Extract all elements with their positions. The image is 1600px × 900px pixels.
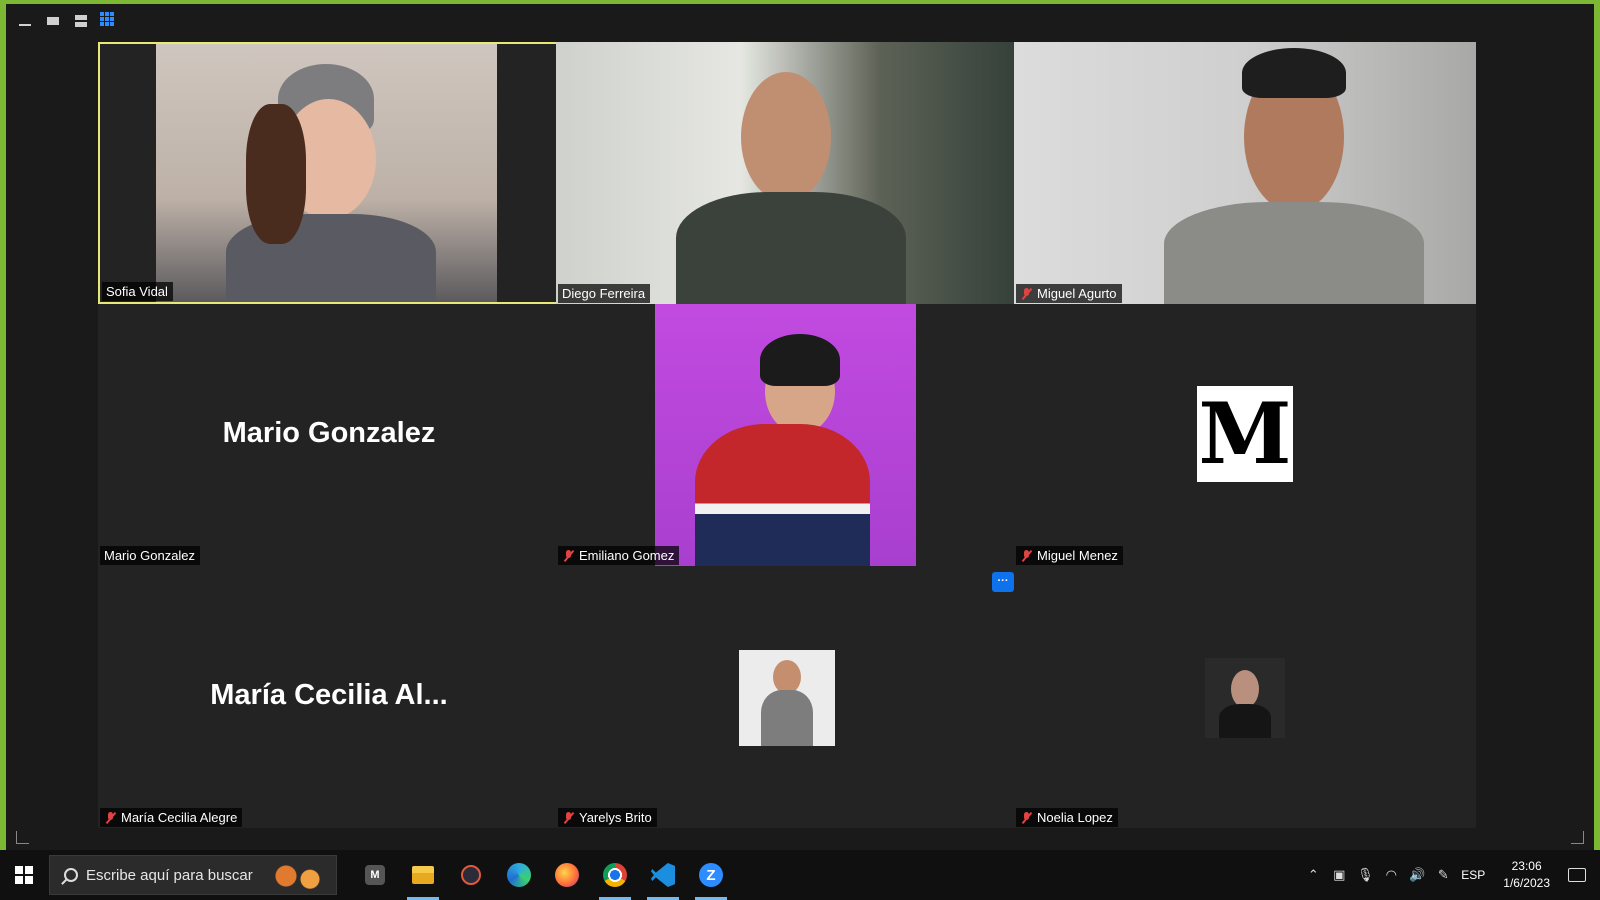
muted-mic-icon — [104, 811, 117, 824]
avatar: M — [1197, 386, 1293, 482]
avatar — [1205, 658, 1285, 738]
firefox-icon — [555, 863, 579, 887]
participant-name-tag: Sofia Vidal — [102, 282, 173, 301]
participant-tile-sofia-vidal[interactable]: Sofia Vidal — [98, 42, 560, 304]
muted-mic-icon — [1020, 549, 1033, 562]
muted-mic-icon — [562, 549, 575, 562]
participant-name: Miguel Menez — [1037, 548, 1118, 563]
participant-tile-emiliano-gomez[interactable]: Emiliano Gomez — [556, 304, 1018, 566]
input-language[interactable]: ESP — [1461, 868, 1485, 882]
participant-name-tag: Mario Gonzalez — [100, 546, 201, 565]
participant-tile-yarelys-brito[interactable]: ··· Yarelys Brito — [556, 566, 1018, 828]
muted-mic-icon — [1020, 811, 1033, 824]
participant-name-tag: Emiliano Gomez — [558, 546, 680, 565]
strip-view-icon[interactable] — [72, 12, 90, 30]
camera-icon[interactable]: ▣ — [1331, 867, 1347, 883]
more-options-button[interactable]: ··· — [992, 572, 1014, 592]
wifi-icon[interactable]: ◠ — [1383, 867, 1399, 883]
resize-handle-right[interactable] — [1571, 831, 1584, 844]
avatar-letter: M — [1198, 384, 1292, 483]
firefox-button[interactable] — [543, 850, 591, 900]
zoom-button[interactable]: Z — [687, 850, 735, 900]
muted-mic-icon — [562, 811, 575, 824]
taskbar-search-box[interactable]: Escribe aquí para buscar — [49, 855, 337, 895]
participant-name: Mario Gonzalez — [104, 548, 196, 563]
participant-name-tag: Diego Ferreira — [558, 284, 651, 303]
vscode-button[interactable] — [639, 850, 687, 900]
chrome-button[interactable] — [591, 850, 639, 900]
speaker-view-icon[interactable] — [44, 12, 62, 30]
clock[interactable]: 23:06 1/6/2023 — [1503, 858, 1550, 892]
notifications-icon[interactable] — [1568, 868, 1586, 882]
mail-app-icon: M — [365, 865, 385, 885]
search-icon — [64, 868, 78, 882]
view-controls — [16, 12, 114, 30]
participant-name-tag: Noelia Lopez — [1016, 808, 1118, 827]
volume-icon[interactable]: 🔊 — [1409, 867, 1425, 883]
clock-time: 23:06 — [1511, 859, 1542, 873]
taskbar-apps: M Z — [351, 850, 735, 900]
microphone-icon[interactable]: 🎙 — [1357, 867, 1374, 883]
resize-handle-left[interactable] — [16, 831, 29, 844]
edge-button[interactable] — [495, 850, 543, 900]
participant-name: Emiliano Gomez — [579, 548, 675, 563]
obs-icon — [461, 865, 481, 885]
participant-name-tag: Miguel Menez — [1016, 546, 1123, 565]
gallery-view-icon[interactable] — [100, 12, 114, 26]
edge-icon — [507, 863, 531, 887]
mail-app-button[interactable]: M — [351, 850, 399, 900]
participant-display-name: Mario Gonzalez — [222, 416, 436, 449]
zoom-meeting-window: Sofia Vidal Diego Ferreira Miguel Agurto… — [0, 0, 1600, 850]
participant-name: Miguel Agurto — [1037, 286, 1117, 301]
pen-icon[interactable]: ✎ — [1435, 867, 1451, 883]
file-explorer-icon — [412, 866, 434, 884]
participant-name: Diego Ferreira — [562, 286, 646, 301]
participant-name: María Cecilia Alegre — [121, 810, 238, 825]
participant-tile-mario-gonzalez[interactable]: Mario Gonzalez Mario Gonzalez — [98, 304, 560, 566]
video-feed — [556, 42, 1018, 304]
file-explorer-button[interactable] — [399, 850, 447, 900]
participant-name-tag: María Cecilia Alegre — [100, 808, 243, 827]
participant-name: Sofia Vidal — [106, 284, 168, 299]
chrome-icon — [603, 863, 627, 887]
zoom-icon: Z — [699, 863, 723, 887]
obs-button[interactable] — [447, 850, 495, 900]
participant-tile-miguel-menez[interactable]: M Miguel Menez — [1014, 304, 1476, 566]
participant-display-name: María Cecilia Al... — [210, 678, 448, 711]
minimize-icon[interactable] — [16, 12, 34, 30]
participant-name: Noelia Lopez — [1037, 810, 1113, 825]
participant-tile-miguel-agurto[interactable]: Miguel Agurto — [1014, 42, 1476, 304]
search-highlight-image — [268, 860, 328, 892]
participant-tile-noelia-lopez[interactable]: Noelia Lopez — [1014, 566, 1476, 828]
video-feed — [156, 44, 497, 302]
participant-name: Yarelys Brito — [579, 810, 652, 825]
participant-tile-diego-ferreira[interactable]: Diego Ferreira — [556, 42, 1018, 304]
system-tray: ⌃ ▣ 🎙 ◠ 🔊 ✎ ESP 23:06 1/6/2023 — [1305, 858, 1600, 892]
video-feed — [655, 304, 916, 566]
start-button[interactable] — [0, 850, 48, 900]
participant-tile-maria-cecilia-alegre[interactable]: María Cecilia Al... María Cecilia Alegre — [98, 566, 560, 828]
search-placeholder: Escribe aquí para buscar — [86, 866, 253, 884]
windows-logo-icon — [15, 866, 33, 884]
windows-taskbar: Escribe aquí para buscar M Z ⌃ ▣ 🎙 ◠ 🔊 ✎… — [0, 850, 1600, 900]
video-feed — [1014, 42, 1476, 304]
participant-name-tag: Miguel Agurto — [1016, 284, 1122, 303]
participant-name-tag: Yarelys Brito — [558, 808, 657, 827]
avatar — [739, 650, 835, 746]
muted-mic-icon — [1020, 287, 1033, 300]
vscode-icon — [651, 863, 675, 887]
clock-date: 1/6/2023 — [1503, 876, 1550, 890]
show-hidden-icons-icon[interactable]: ⌃ — [1305, 867, 1321, 883]
